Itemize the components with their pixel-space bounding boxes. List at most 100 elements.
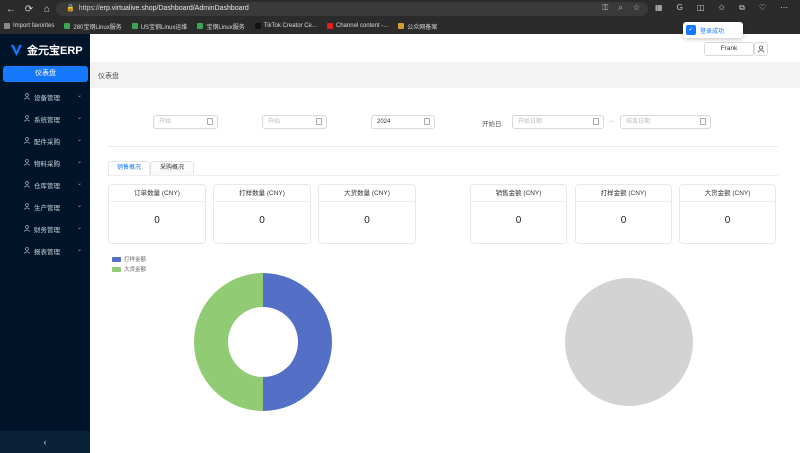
legend-swatch — [112, 256, 121, 262]
tab-sales-overview[interactable]: 销售概况 — [108, 161, 150, 175]
card-title: 销售金额 (CNY) — [471, 185, 566, 202]
card-value: 0 — [724, 215, 731, 226]
browser-toolbar: ← ⟳ ⌂ 🔒 https://erp.virtualive.shop/Dashb… — [0, 0, 800, 18]
calendar-icon — [593, 118, 599, 125]
sample-amount-card: 打样金额 (CNY) 0 — [575, 184, 672, 244]
bookmark-icon — [64, 23, 71, 29]
bookmark-label: Import favorites — [13, 23, 55, 29]
top-header: Frank — [90, 34, 800, 62]
bulk-amount-card: 大货金额 (CNY) 0 — [679, 184, 776, 244]
sidebar-item-label: 生产管理 — [34, 205, 60, 212]
start-date-input-1[interactable]: 开始 — [153, 115, 218, 129]
sidebar-item[interactable]: 设备管理 ⌄ — [0, 86, 90, 108]
collapse-sidebar-button[interactable]: ‹ — [0, 431, 90, 453]
sidebar-item-dashboard[interactable]: 仪表盘 — [3, 66, 88, 82]
card-value: 0 — [515, 215, 522, 226]
legend-item[interactable]: 大货金额 — [112, 264, 146, 274]
home-icon[interactable]: ⌂ — [40, 2, 54, 16]
url-text: erp.virtualive.shop/Dashboard/AdminDashb… — [99, 5, 249, 12]
zoom-icon[interactable]: ⌕ — [618, 3, 622, 13]
card-title: 打样数量 (CNY) — [214, 185, 310, 202]
bookmark-item[interactable]: 280宝钢Linux服务 — [64, 22, 122, 31]
browser-chrome: ← ⟳ ⌂ 🔒 https://erp.virtualive.shop/Dashb… — [0, 0, 800, 34]
favorites-icon[interactable]: ✩ — [718, 3, 725, 13]
sidebar-item-label: 配件采购 — [34, 139, 60, 146]
chevron-down-icon: ⌄ — [76, 115, 82, 121]
sidebar-item[interactable]: 配件采购 ⌄ — [0, 130, 90, 152]
card-value: 0 — [364, 215, 370, 226]
range-end-input[interactable]: 结束日期 — [620, 115, 711, 129]
split-icon[interactable]: ◫ — [697, 3, 705, 13]
range-start-input[interactable]: 开始日期 — [512, 115, 604, 129]
address-actions: ⚿ ⌕ ☆ — [602, 3, 640, 13]
profile-icon[interactable]: G — [677, 3, 683, 13]
back-icon[interactable]: ← — [4, 2, 18, 16]
favorite-star-icon[interactable]: ☆ — [633, 3, 640, 13]
card-title: 打样金额 (CNY) — [576, 185, 671, 202]
donut-slice[interactable] — [263, 273, 332, 411]
legend-item[interactable]: 打样金额 — [112, 254, 146, 264]
pie-slice[interactable] — [565, 278, 693, 406]
empty-pie-chart — [565, 278, 693, 406]
bookmark-icon — [197, 23, 204, 29]
more-icon[interactable]: ⋯ — [780, 3, 788, 13]
chevron-down-icon: ⌄ — [76, 247, 82, 253]
sidebar-item[interactable]: 物料采购 ⌄ — [0, 152, 90, 174]
sidebar-item[interactable]: 仓库管理 ⌄ — [0, 174, 90, 196]
start-date-placeholder-1: 开始 — [159, 119, 172, 125]
logo-text: 金元宝ERP — [27, 45, 83, 57]
bookmark-label: 280宝钢Linux服务 — [73, 24, 122, 31]
calendar-icon — [424, 118, 430, 125]
login-success-toast: ✓ 登录成功 — [683, 22, 743, 38]
sidebar-item-label: 物料采购 — [34, 161, 60, 168]
bulk-count-card: 大货数量 (CNY) 0 — [318, 184, 416, 244]
filter-divider — [108, 146, 778, 147]
year-value: 2024 — [377, 119, 391, 125]
lock-icon: 🔒 — [66, 5, 75, 12]
user-icon — [24, 137, 30, 144]
extensions-icon[interactable]: ▦ — [655, 3, 663, 13]
card-title: 订单数量 (CNY) — [109, 185, 205, 202]
sidebar-menu: 设备管理 ⌄ 系统管理 ⌄ 配件采购 ⌄ 物料采购 ⌄ 仓库管理 ⌄ 生产管理 ⌄ 财务管理 ⌄ 报表管理 ⌄ — [0, 86, 90, 262]
bookmark-item[interactable]: Channel content -... — [326, 23, 388, 29]
calendar-icon — [700, 118, 706, 125]
bookmark-item[interactable]: 宝钢Linux服务 — [197, 22, 245, 31]
browser-actions: ▦ G ◫ ✩ ⧉ ♡ ⋯ — [655, 3, 788, 13]
breadcrumb[interactable]: 仪表盘 — [98, 71, 119, 81]
bookmark-icon — [254, 23, 261, 29]
user-icon — [24, 115, 30, 122]
donut-slice[interactable] — [194, 273, 263, 411]
user-menu-button[interactable]: Frank — [704, 42, 754, 56]
sidebar: 金元宝ERP 仪表盘 设备管理 ⌄ 系统管理 ⌄ 配件采购 ⌄ 物料采购 ⌄ 仓库管理 ⌄ 生产管理… — [0, 34, 90, 453]
tab-purchase-overview[interactable]: 采购概况 — [150, 161, 194, 175]
amount-donut-chart — [194, 273, 332, 411]
address-bar[interactable]: 🔒 https://erp.virtualive.shop/Dashboard/A… — [56, 2, 648, 16]
collections-icon[interactable]: ⧉ — [739, 3, 745, 13]
sidebar-item[interactable]: 财务管理 ⌄ — [0, 218, 90, 240]
user-icon — [24, 159, 30, 166]
user-icon[interactable] — [754, 42, 768, 56]
year-picker[interactable]: 2024 — [371, 115, 435, 129]
bookmark-item[interactable]: US宝钢Linux运维 — [131, 22, 187, 31]
legend-label: 大货金额 — [124, 267, 147, 273]
bookmark-icon — [4, 23, 10, 29]
sidebar-item[interactable]: 生产管理 ⌄ — [0, 196, 90, 218]
sidebar-item[interactable]: 报表管理 ⌄ — [0, 240, 90, 262]
bookmark-item[interactable]: 公众网备案 — [398, 22, 437, 31]
bookmark-label: 公众网备案 — [407, 24, 438, 31]
chevron-down-icon: ⌄ — [76, 203, 82, 209]
chevron-down-icon: ⌄ — [76, 93, 82, 99]
legend-label: 打样金额 — [124, 257, 147, 263]
bookmarks-bar: Import favorites 280宝钢Linux服务 US宝钢Linux运维 宝… — [0, 18, 800, 34]
key-icon[interactable]: ⚿ — [602, 3, 608, 13]
sidebar-item[interactable]: 系统管理 ⌄ — [0, 108, 90, 130]
start-date-input-2[interactable]: 开始 — [262, 115, 327, 129]
calendar-icon — [316, 118, 322, 125]
app-logo[interactable]: 金元宝ERP — [10, 42, 83, 58]
bookmark-item[interactable]: TikTok Creator Ce... — [254, 23, 317, 29]
chevron-down-icon: ⌄ — [76, 159, 82, 165]
browser-essentials-icon[interactable]: ♡ — [759, 3, 766, 13]
order-count-card: 订单数量 (CNY) 0 — [108, 184, 206, 244]
refresh-icon[interactable]: ⟳ — [22, 2, 36, 16]
bookmark-item[interactable]: Import favorites — [4, 23, 54, 29]
